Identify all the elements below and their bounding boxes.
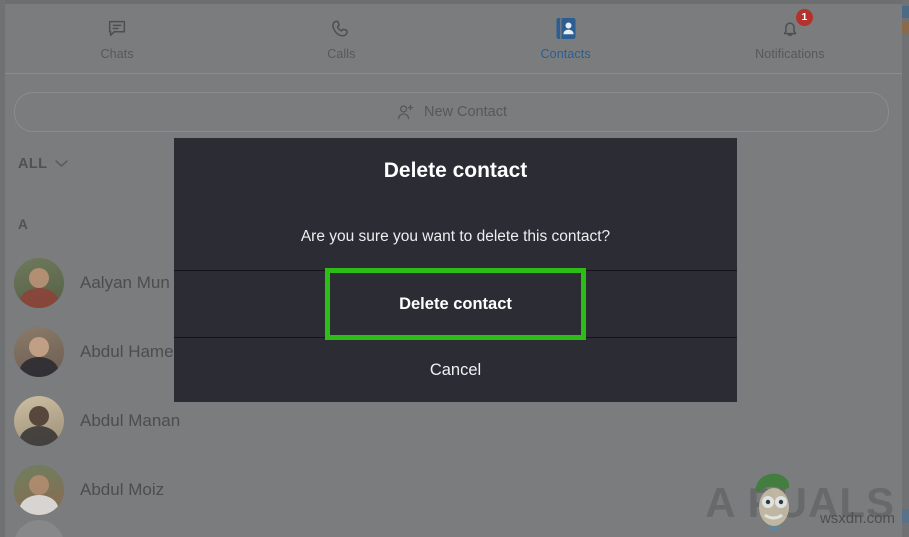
contact-filter-dropdown[interactable]: ALL: [18, 155, 69, 173]
contact-filter-label: ALL: [18, 156, 48, 172]
nav-label-chats: Chats: [100, 46, 134, 61]
avatar: [14, 464, 64, 515]
nav-label-notifications: Notifications: [755, 46, 825, 61]
nav-item-calls[interactable]: Calls: [229, 4, 453, 73]
contact-name: Abdul Manan: [80, 410, 181, 430]
confirm-delete-contact-label: Delete contact: [399, 295, 512, 313]
nav-item-notifications[interactable]: 1 Notifications: [678, 4, 902, 73]
chat-bubble-icon: [105, 17, 129, 41]
dialog-message: Are you sure you want to delete this con…: [300, 228, 611, 245]
window-accent-top-right-2: [902, 22, 909, 34]
new-contact-label: New Contact: [423, 104, 507, 120]
chevron-down-icon: [54, 155, 69, 173]
app-screenshot: Chats Calls Contacts 1 Notifications New…: [0, 0, 909, 537]
cancel-label: Cancel: [429, 360, 482, 379]
nav-item-chats[interactable]: Chats: [5, 4, 229, 73]
contact-list-item[interactable]: Abdul Moiz: [0, 455, 909, 524]
avatar: [14, 395, 64, 446]
confirm-delete-contact-button[interactable]: Delete contact: [174, 271, 737, 338]
nav-label-contacts: Contacts: [540, 46, 591, 61]
notifications-badge: 1: [795, 8, 813, 26]
nav-divider: [5, 73, 902, 74]
cancel-button[interactable]: Cancel: [174, 338, 737, 402]
contact-section-header: A: [18, 217, 28, 232]
window-accent-top-right: [902, 6, 909, 18]
dialog-title: Delete contact: [383, 159, 528, 182]
delete-contact-dialog: Delete contact Are you sure you want to …: [174, 138, 737, 402]
phone-icon: [329, 17, 353, 41]
nav-label-calls: Calls: [327, 46, 356, 61]
bell-icon: 1: [778, 8, 813, 41]
avatar: [14, 326, 64, 377]
contact-name: Aalyan Mun: [80, 272, 170, 292]
new-contact-button[interactable]: New Contact: [14, 92, 889, 132]
contact-card-icon: [554, 17, 578, 41]
top-navigation: Chats Calls Contacts 1 Notifications: [5, 4, 902, 73]
contact-name: Abdul Hame: [80, 341, 174, 361]
contact-name: Abdul Moiz: [80, 479, 165, 499]
person-add-icon: [396, 103, 415, 122]
avatar: [14, 257, 64, 308]
nav-item-contacts[interactable]: Contacts: [454, 4, 678, 73]
